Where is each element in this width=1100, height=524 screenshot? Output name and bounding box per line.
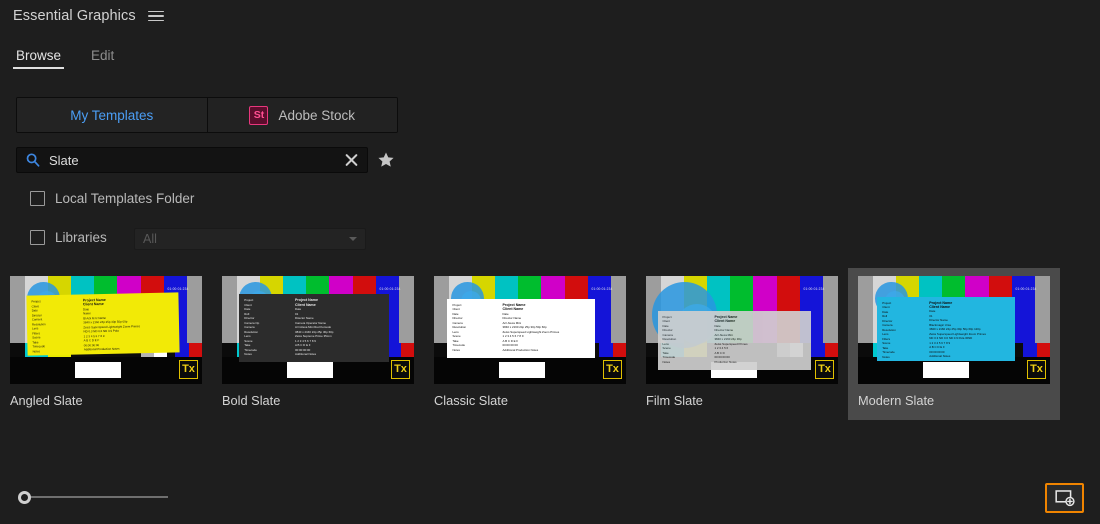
tx-warning-badge: Tx (815, 360, 834, 379)
slate-field-label: Notes (244, 352, 252, 357)
thumbnail-timecode: 01:00:01:234 (379, 286, 401, 291)
thumbnail-timecode: 01:00:01:234 (1015, 286, 1037, 291)
local-templates-label: Local Templates Folder (55, 191, 195, 206)
slate-field-value: Additional Production Notes (502, 347, 539, 352)
template-thumbnail[interactable]: 01:00:01:234 Tx Project Client Date Roll Direc… (858, 276, 1050, 384)
star-icon[interactable] (377, 151, 395, 169)
thumbnail-size-slider[interactable] (18, 490, 168, 504)
my-templates-button[interactable]: My Templates (17, 98, 207, 132)
template-name: Classic Slate (434, 393, 508, 408)
local-templates-checkbox[interactable] (30, 191, 45, 206)
white-patch (287, 362, 334, 378)
new-graphic-icon (1054, 490, 1075, 507)
adobe-stock-button[interactable]: St Adobe Stock (206, 98, 397, 132)
tab-browse-label: Browse (16, 48, 62, 63)
tx-warning-badge: Tx (179, 360, 198, 379)
libraries-checkbox[interactable] (30, 230, 45, 245)
white-patch (923, 362, 970, 378)
slate-field-label: Notes (662, 359, 671, 364)
template-name: Film Slate (646, 393, 703, 408)
tab-edit[interactable]: Edit (91, 48, 114, 69)
tx-warning-badge: Tx (1027, 360, 1046, 379)
template-thumbnail[interactable]: 01:00:01:234 Tx Project Client Date Roll Direc… (222, 276, 414, 384)
new-graphic-button[interactable] (1045, 483, 1084, 513)
thumbnail-timecode: 01:00:01:234 (167, 286, 189, 291)
tx-warning-badge: Tx (391, 360, 410, 379)
search-row (16, 147, 395, 173)
template-item[interactable]: 01:00:01:234 Tx Project Client Date Director C… (424, 268, 636, 420)
slate-field-label: Notes (452, 347, 460, 352)
slate-card: Project Client Date Director Camera Resolutio… (26, 292, 180, 357)
template-name: Angled Slate (10, 393, 83, 408)
thumbnail-timecode: 01:00:01:234 (803, 286, 825, 291)
page-title: Essential Graphics (13, 8, 136, 24)
hamburger-menu-icon[interactable] (147, 9, 164, 23)
libraries-label: Libraries (55, 230, 107, 245)
slate-field-label: Notes (32, 349, 41, 354)
template-item[interactable]: 01:00:01:234 Tx Project Client Date Director C… (0, 268, 212, 420)
white-patch (499, 362, 546, 378)
panel-tabs: Browse Edit (12, 48, 114, 69)
template-thumbnail[interactable]: 01:00:01:234 Tx Project Client Date Director C… (10, 276, 202, 384)
search-icon (26, 153, 40, 167)
my-templates-label: My Templates (70, 107, 154, 123)
template-source-toggle: My Templates St Adobe Stock (16, 97, 398, 133)
tab-edit-label: Edit (91, 48, 115, 63)
local-templates-filter[interactable]: Local Templates Folder (30, 191, 194, 206)
slate-card: Project Client Date Roll Director Camera Op Ca… (239, 294, 390, 363)
tx-warning-badge: Tx (603, 360, 622, 379)
library-select[interactable]: All (134, 228, 366, 250)
chevron-down-icon (349, 237, 357, 241)
panel-titlebar: Essential Graphics (0, 0, 1100, 32)
template-thumbnail[interactable]: 01:00:01:234 Tx Project Client Date Director C… (434, 276, 626, 384)
search-field[interactable] (16, 147, 368, 173)
essential-graphics-panel: Essential Graphics Browse Edit My Templa… (0, 0, 1100, 524)
slate-field-value: Production Notes (714, 359, 737, 364)
slate-field-value: Additional Notes (294, 352, 317, 357)
slate-field-value: Additional Production Notes (84, 347, 120, 353)
template-item[interactable]: 01:00:01:234 Tx Project Client Date Director C… (636, 268, 848, 420)
white-patch (75, 362, 122, 378)
slate-card: Project Client Date Director Camera Resolutio… (657, 310, 812, 370)
libraries-filter[interactable]: Libraries (30, 230, 107, 245)
adobe-stock-icon: St (249, 105, 269, 125)
clear-x-icon[interactable] (345, 154, 358, 167)
slate-card: Project Client Date Roll Director Camera Resol… (877, 296, 1016, 362)
template-item[interactable]: 01:00:01:234 Tx Project Client Date Roll Direc… (848, 268, 1060, 420)
slate-card: Project Client Date Director Camera Resolutio… (447, 298, 596, 359)
tab-browse[interactable]: Browse (12, 48, 65, 69)
library-select-value: All (143, 232, 157, 246)
search-input[interactable] (49, 152, 329, 168)
slate-field-value: Additional Notes (929, 354, 951, 359)
template-thumbnail[interactable]: 01:00:01:234 Tx Project Client Date Director C… (646, 276, 838, 384)
template-name: Modern Slate (858, 393, 935, 408)
thumbnail-timecode: 01:00:01:234 (591, 286, 613, 291)
template-grid: 01:00:01:234 Tx Project Client Date Director C… (0, 268, 1100, 420)
adobe-stock-label: Adobe Stock (278, 107, 356, 123)
slider-track (23, 496, 168, 498)
slider-knob[interactable] (18, 490, 31, 504)
template-name: Bold Slate (222, 393, 281, 408)
template-item[interactable]: 01:00:01:234 Tx Project Client Date Roll Direc… (212, 268, 424, 420)
slate-field-label: Notes (882, 354, 890, 359)
